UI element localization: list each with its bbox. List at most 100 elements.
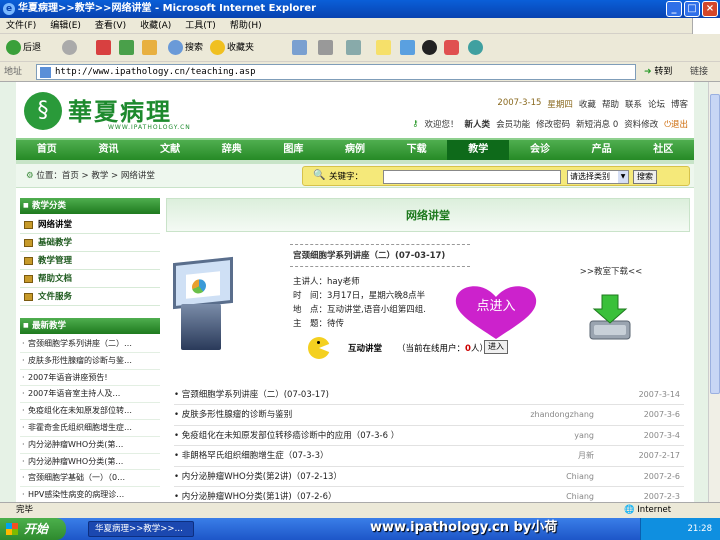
- links-button[interactable]: 链接: [690, 65, 708, 79]
- nav-download[interactable]: 下载: [386, 140, 448, 160]
- change-password-link[interactable]: 修改密码: [536, 118, 570, 130]
- search-button[interactable]: 搜索: [168, 39, 203, 57]
- start-button[interactable]: 开始: [0, 518, 66, 540]
- messenger-button[interactable]: [376, 39, 393, 57]
- refresh-icon: [119, 40, 134, 55]
- news-item[interactable]: 内分泌肿瘤WHO分类(第…: [20, 437, 160, 454]
- menu-edit[interactable]: 编辑(E): [50, 18, 81, 33]
- logout-link[interactable]: ⏻退出: [664, 118, 688, 130]
- address-input[interactable]: http://www.ipathology.cn/teaching.asp: [36, 64, 636, 80]
- watermark-text: www.ipathology.cn by小荷: [370, 520, 558, 535]
- nav-news[interactable]: 资讯: [78, 140, 140, 160]
- maximize-button[interactable]: □: [684, 1, 700, 17]
- news-item[interactable]: 皮肤多形性腺瘤的诊断与鉴…: [20, 353, 160, 370]
- menu-favorites[interactable]: 收藏(A): [140, 18, 171, 33]
- forward-button[interactable]: [62, 39, 79, 57]
- news-item[interactable]: 宫颈细胞学基础（一）（0…: [20, 470, 160, 488]
- plugin-button[interactable]: [444, 39, 461, 57]
- nav-cases[interactable]: 病例: [324, 140, 386, 160]
- favorites-button[interactable]: 收藏夹: [210, 39, 254, 57]
- click-enter-heart[interactable]: 点进入: [452, 283, 540, 341]
- windows-logo-icon: [6, 523, 18, 535]
- click-enter-text: 点进入: [476, 299, 516, 314]
- row-title: • 非朗格罕氏组织细胞增生症（07-3-3）: [174, 451, 329, 462]
- username[interactable]: 新人类: [465, 118, 491, 130]
- menu-file[interactable]: 文件(F): [6, 18, 36, 33]
- qq-button[interactable]: [422, 39, 439, 57]
- category-item[interactable]: 网络讲堂: [20, 216, 160, 234]
- print-button[interactable]: [318, 39, 335, 57]
- go-arrow-icon: ➜: [644, 67, 652, 77]
- top-link-contact[interactable]: 联系: [625, 98, 642, 110]
- nav-gallery[interactable]: 图库: [263, 140, 325, 160]
- top-link-blog[interactable]: 博客: [671, 98, 688, 110]
- nav-home[interactable]: 首页: [16, 140, 78, 160]
- edit-button[interactable]: [346, 39, 363, 57]
- lecture-place: 地 点：互动讲堂,语音小组第四组.: [293, 305, 426, 315]
- mail-button[interactable]: [292, 39, 309, 57]
- row-title-text: 内分泌肿瘤WHO分类(第2讲)（07-2-13）: [181, 471, 342, 482]
- home-button[interactable]: [142, 39, 159, 57]
- back-arrow-icon: [6, 40, 21, 55]
- keyword-input[interactable]: [383, 170, 561, 184]
- news-item[interactable]: 2007年语音室主持人及…: [20, 386, 160, 404]
- classroom-download[interactable]: >>教室下载<<: [566, 265, 656, 340]
- site-logo-sub: WWW.IPATHOLOGY.CN: [108, 124, 191, 131]
- top-link-favorite[interactable]: 收藏: [579, 98, 596, 110]
- stop-button[interactable]: [96, 39, 113, 57]
- list-item[interactable]: • 皮肤多形性腺瘤的诊断与鉴别 zhandongzhang 2007-3-6: [174, 405, 684, 426]
- taskbar-window-button[interactable]: 华夏病理>>教学>>…: [88, 521, 194, 537]
- minimize-button[interactable]: _: [666, 1, 682, 17]
- mail-icon: [292, 40, 307, 55]
- close-button[interactable]: ×: [702, 1, 718, 17]
- category-item[interactable]: 文件服务: [20, 288, 160, 306]
- top-link-help[interactable]: 帮助: [602, 98, 619, 110]
- nav-products[interactable]: 产品: [571, 140, 633, 160]
- menu-view[interactable]: 查看(V): [95, 18, 126, 33]
- window-title: 华夏病理>>教学>>网络讲堂 - Microsoft Internet Expl…: [18, 3, 317, 14]
- lecture-topic: 主 题：待传: [293, 319, 345, 329]
- nav-community[interactable]: 社区: [632, 140, 694, 160]
- nav-teaching[interactable]: 教学: [447, 140, 510, 160]
- new-messages-link[interactable]: 新短消息 0: [576, 118, 618, 130]
- scrollbar-thumb[interactable]: [710, 94, 720, 394]
- discuss-button[interactable]: [400, 39, 417, 57]
- category-item[interactable]: 帮助文档: [20, 270, 160, 288]
- site-logo[interactable]: 華夏病理: [68, 92, 172, 127]
- nav-consultation[interactable]: 会诊: [509, 140, 571, 160]
- category-item[interactable]: 基础教学: [20, 234, 160, 252]
- list-item[interactable]: • 免疫组化在未知原发部位转移癌诊断中的应用（07-3-6 ） yang 2007-…: [174, 426, 684, 447]
- category-select[interactable]: 请选择类别 ▼: [567, 170, 629, 184]
- enter-button[interactable]: 进入: [484, 340, 508, 354]
- member-functions-link[interactable]: 会员功能: [496, 118, 530, 130]
- back-button[interactable]: 后退: [6, 39, 41, 57]
- nav-literature[interactable]: 文献: [139, 140, 201, 160]
- msn-button[interactable]: [468, 39, 485, 57]
- edit-profile-link[interactable]: 资料修改: [624, 118, 658, 130]
- lecture-title[interactable]: 宫颈细胞学系列讲座（二）(07-03-17): [293, 250, 445, 262]
- menu-help[interactable]: 帮助(H): [230, 18, 262, 33]
- category-label: 教学管理: [38, 256, 73, 266]
- menu-tools[interactable]: 工具(T): [185, 18, 216, 33]
- vertical-scrollbar[interactable]: [708, 82, 720, 502]
- news-item[interactable]: 非霍奇金氏组织细胞增生症…: [20, 420, 160, 437]
- search-submit-button[interactable]: 搜索: [633, 170, 657, 184]
- category-select-value: 请选择类别: [570, 172, 610, 181]
- list-item[interactable]: • 非朗格罕氏组织细胞增生症（07-3-3） 月新 2007-2-17: [174, 446, 684, 467]
- interactive-label[interactable]: 互动讲堂: [348, 342, 382, 354]
- news-item[interactable]: HPV感染性病变的病理诊…: [20, 487, 160, 502]
- news-item[interactable]: 免疫组化在未知原发部位转…: [20, 403, 160, 420]
- refresh-button[interactable]: [119, 39, 136, 57]
- news-item[interactable]: 内分泌肿瘤WHO分类(第…: [20, 454, 160, 471]
- news-item[interactable]: 2007年语音讲座预告!: [20, 370, 160, 387]
- back-label: 后退: [23, 43, 42, 53]
- list-item[interactable]: • 内分泌肿瘤WHO分类(第2讲)（07-2-13） Chiang 2007-2-6: [174, 467, 684, 487]
- list-item[interactable]: • 宫颈细胞学系列讲座（二）(07-03-17) 2007-3-14: [174, 385, 684, 406]
- nav-dictionary[interactable]: 辞典: [201, 140, 263, 160]
- category-item[interactable]: 教学管理: [20, 252, 160, 270]
- go-button[interactable]: ➜ 转到: [644, 65, 672, 79]
- site-logo-icon[interactable]: §: [24, 92, 62, 130]
- category-heading: 教学分类: [20, 198, 160, 214]
- top-link-forum[interactable]: 论坛: [648, 98, 665, 110]
- news-item[interactable]: 宫颈细胞学系列讲座（二）…: [20, 336, 160, 353]
